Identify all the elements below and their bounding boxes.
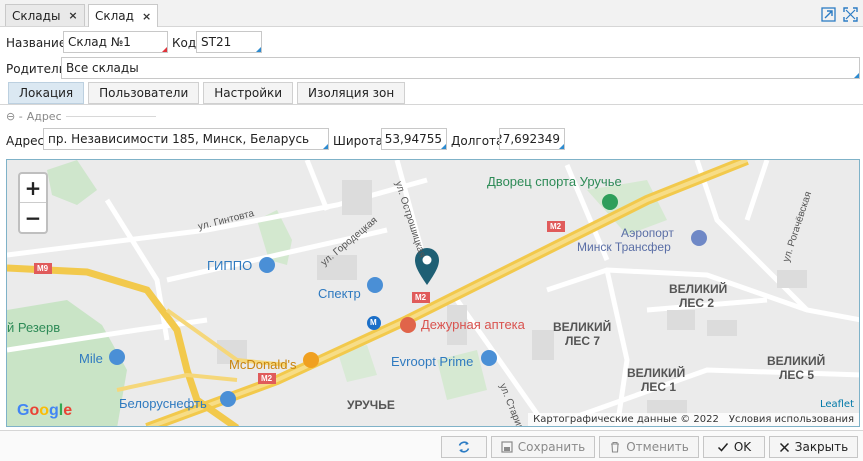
parent-field[interactable]: Все склады	[61, 57, 860, 79]
address-group-header[interactable]: ⊖ - Адрес	[6, 109, 62, 123]
tab-zone-isolation[interactable]: Изоляция зон	[297, 82, 406, 104]
road-shield: M2	[261, 374, 273, 383]
map-label-district: ЛЕС 5	[779, 368, 815, 382]
latitude-label: Широта	[333, 134, 383, 148]
latitude-value: 53,94755	[384, 132, 442, 146]
save-icon	[501, 441, 513, 453]
map-label-district: ЛЕС 7	[565, 334, 601, 348]
window-tab-strip: Склады × Склад ×	[0, 0, 863, 27]
tab-users[interactable]: Пользователи	[88, 82, 200, 104]
map-label-airport: Аэропорт	[621, 226, 674, 240]
tab-settings[interactable]: Настройки	[203, 82, 294, 104]
longitude-label: Долгота	[451, 134, 504, 148]
parent-value: Все склады	[66, 61, 139, 75]
map-attribution: Картографические данные © 2022 Условия и…	[528, 413, 859, 426]
address-group-title: Адрес	[26, 109, 62, 123]
tab-divider	[0, 104, 863, 105]
map-data-credit: Картографические данные © 2022	[533, 414, 719, 425]
map-view[interactable]: Дворец спорта Уручье Аэропорт Минск Тран…	[6, 159, 860, 427]
zoom-control: + −	[18, 172, 48, 234]
code-value: ST21	[201, 35, 232, 49]
close-icon[interactable]: ×	[68, 9, 77, 22]
road-shield: M2	[415, 293, 427, 302]
check-icon	[717, 443, 728, 452]
cancel-button-label: Отменить	[626, 440, 689, 454]
address-label: Адрес	[6, 134, 45, 148]
map-label-district: ЛЕС 2	[679, 296, 715, 310]
google-logo: Google	[17, 402, 73, 419]
map-label-gippo: ГИППО	[207, 258, 253, 273]
refresh-icon	[458, 441, 470, 453]
action-bar: Сохранить Отменить OK Закрыть	[0, 430, 863, 461]
road-shield: M9	[37, 264, 49, 273]
map-label-mile: Mile	[79, 351, 103, 366]
map-label-district: ВЕЛИКИЙ	[627, 366, 686, 380]
name-label: Название	[6, 36, 67, 50]
zoom-in-button[interactable]: +	[20, 174, 46, 203]
window-tab-label: Склад	[95, 9, 134, 23]
map-label-evroopt: Evroopt Prime	[391, 354, 474, 369]
save-button-label: Сохранить	[517, 440, 586, 454]
map-label-district: ВЕЛИКИЙ	[669, 282, 728, 296]
terms-link[interactable]: Условия использования	[729, 414, 854, 425]
map-label-reserve: й Резерв	[7, 320, 61, 335]
parent-label: Родитель	[6, 62, 66, 76]
ok-button-label: OK	[733, 440, 752, 454]
field-marker	[559, 144, 564, 149]
field-marker	[323, 144, 328, 149]
address-value: пр. Независимости 185, Минск, Беларусь	[48, 132, 310, 146]
open-in-window-icon[interactable]	[820, 6, 836, 22]
window-tab-warehouse[interactable]: Склад ×	[88, 4, 159, 27]
leaflet-link[interactable]: Leaflet	[820, 399, 854, 410]
trash-icon	[611, 441, 620, 453]
field-marker	[256, 47, 261, 52]
map-label-mcdonalds: McDonald's	[229, 357, 297, 372]
name-value: Склад №1	[68, 35, 131, 49]
field-marker	[854, 73, 859, 78]
window-tab-label: Склады	[12, 8, 61, 23]
fullscreen-icon[interactable]	[842, 6, 858, 22]
close-button-label: Закрыть	[794, 440, 849, 454]
cancel-button[interactable]: Отменить	[599, 436, 699, 458]
map-label-pharmacy: Дежурная аптека	[421, 317, 525, 332]
map-label-district: ВЕЛИКИЙ	[767, 354, 826, 368]
map-label-district: ЛЕС 1	[641, 380, 677, 394]
map-label-uruchye: УРУЧЬЕ	[347, 398, 395, 412]
code-label: Код	[172, 36, 197, 50]
metro-icon: M	[370, 318, 377, 327]
collapse-icon[interactable]: ⊖ -	[6, 110, 23, 123]
map-label-belorusneft: Белоруснефть	[119, 396, 207, 411]
close-button[interactable]: Закрыть	[769, 436, 858, 458]
required-marker	[162, 47, 167, 52]
latitude-field[interactable]: 53,94755	[381, 128, 447, 150]
longitude-value: 27,692349	[499, 132, 560, 146]
refresh-button[interactable]	[441, 436, 487, 458]
name-field[interactable]: Склад №1	[63, 31, 168, 53]
window-tab-warehouses[interactable]: Склады ×	[5, 4, 85, 26]
zoom-out-button[interactable]: −	[20, 203, 46, 232]
section-tabs: Локация Пользователи Настройки Изоляция …	[8, 82, 406, 104]
ok-button[interactable]: OK	[703, 436, 765, 458]
group-divider	[66, 116, 156, 117]
map-label-district: ВЕЛИКИЙ	[553, 320, 612, 334]
map-background	[7, 160, 859, 426]
code-field[interactable]: ST21	[196, 31, 262, 53]
map-label-spektr: Спектр	[318, 286, 361, 301]
save-button[interactable]: Сохранить	[491, 436, 595, 458]
close-icon[interactable]: ×	[142, 10, 151, 23]
map-label-palace: Дворец спорта Уручье	[487, 174, 622, 189]
map-label-transfer: Минск Трансфер	[577, 240, 671, 254]
field-marker	[441, 144, 446, 149]
road-shield: M2	[550, 222, 562, 231]
longitude-field[interactable]: 27,692349	[499, 128, 565, 150]
tab-location[interactable]: Локация	[8, 82, 85, 104]
address-field[interactable]: пр. Независимости 185, Минск, Беларусь	[43, 128, 329, 150]
close-icon	[779, 442, 789, 452]
